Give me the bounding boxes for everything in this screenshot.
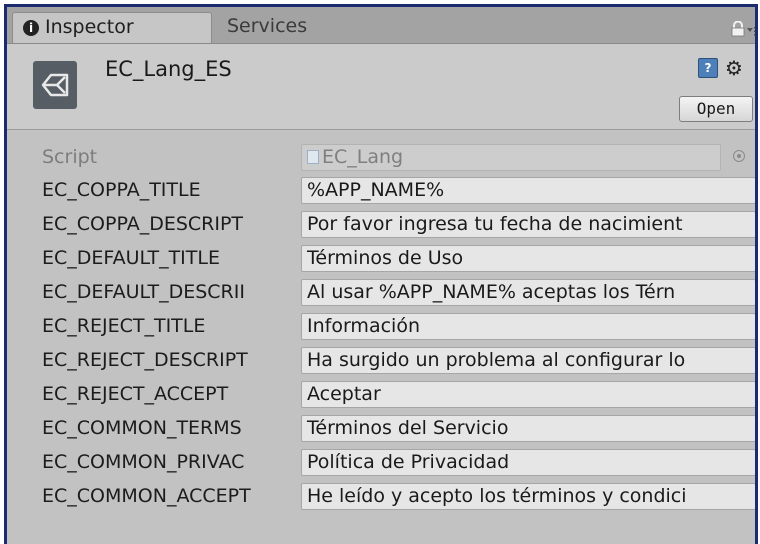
property-text-field[interactable]: He leído y acepto los términos y condici <box>301 483 755 510</box>
property-label: EC_COMMON_TERMS <box>42 417 242 439</box>
script-file-icon <box>307 150 319 164</box>
property-text-field[interactable]: Términos de Uso <box>301 245 755 272</box>
property-text-field[interactable]: Política de Privacidad <box>301 449 755 476</box>
property-label: EC_REJECT_TITLE <box>42 315 206 337</box>
script-value: EC_Lang <box>322 146 404 168</box>
info-icon: i <box>23 20 39 36</box>
property-row: EC_COPPA_DESCRIPT Por favor ingresa tu f… <box>7 209 755 243</box>
property-row: EC_COMMON_TERMS Términos del Servicio <box>7 413 755 447</box>
script-field: EC_Lang <box>301 144 721 171</box>
gear-icon[interactable]: ⚙ <box>725 56 743 80</box>
property-label: EC_DEFAULT_TITLE <box>42 247 220 269</box>
property-text-field[interactable]: Información <box>301 313 755 340</box>
property-row: EC_DEFAULT_DESCRII Al usar %APP_NAME% ac… <box>7 277 755 311</box>
property-label: EC_COMMON_PRIVAC <box>42 451 245 473</box>
property-text-field[interactable]: Por favor ingresa tu fecha de nacimient <box>301 211 755 238</box>
script-label: Script <box>42 146 98 168</box>
script-row: Script EC_Lang <box>7 142 755 176</box>
property-row: EC_DEFAULT_TITLE Términos de Uso <box>7 243 755 277</box>
help-icon[interactable]: ? <box>698 58 718 78</box>
property-label: EC_COPPA_DESCRIPT <box>42 213 244 235</box>
property-row: EC_REJECT_DESCRIPT Ha surgido un problem… <box>7 345 755 379</box>
tab-inspector-label: Inspector <box>45 16 134 38</box>
tab-bar: i Inspector Services <box>7 7 755 44</box>
property-text-field[interactable]: Términos del Servicio <box>301 415 755 442</box>
property-row: EC_REJECT_TITLE Información <box>7 311 755 345</box>
tab-services-label: Services <box>227 15 308 37</box>
property-label: EC_COPPA_TITLE <box>42 179 201 201</box>
lock-icon[interactable] <box>731 21 745 37</box>
context-menu-icon[interactable] <box>747 23 758 37</box>
property-row: EC_COMMON_ACCEPT He leído y acepto los t… <box>7 481 755 515</box>
property-text-field[interactable]: Ha surgido un problema al configurar lo <box>301 347 755 374</box>
object-header: EC_Lang_ES ? ⚙ Open <box>7 44 755 130</box>
tab-services[interactable]: Services <box>217 12 357 43</box>
open-button[interactable]: Open <box>679 96 753 122</box>
property-row: EC_REJECT_ACCEPT Aceptar <box>7 379 755 413</box>
property-row: EC_COMMON_PRIVAC Política de Privacidad <box>7 447 755 481</box>
object-picker-icon[interactable] <box>733 150 745 162</box>
object-name: EC_Lang_ES <box>105 57 232 81</box>
property-label: EC_REJECT_DESCRIPT <box>42 349 248 371</box>
property-text-field[interactable]: Al usar %APP_NAME% aceptas los Térn <box>301 279 755 306</box>
property-row: EC_COPPA_TITLE %APP_NAME% <box>7 175 755 209</box>
property-label: EC_DEFAULT_DESCRII <box>42 281 245 303</box>
property-text-field[interactable]: Aceptar <box>301 381 755 408</box>
inspector-window: i Inspector Services EC_Lang_ES ? ⚙ Open… <box>4 4 758 544</box>
property-label: EC_COMMON_ACCEPT <box>42 485 251 507</box>
tab-inspector[interactable]: i Inspector <box>12 12 212 43</box>
property-label: EC_REJECT_ACCEPT <box>42 383 229 405</box>
property-text-field[interactable]: %APP_NAME% <box>301 177 755 204</box>
unity-logo-icon <box>33 61 77 109</box>
